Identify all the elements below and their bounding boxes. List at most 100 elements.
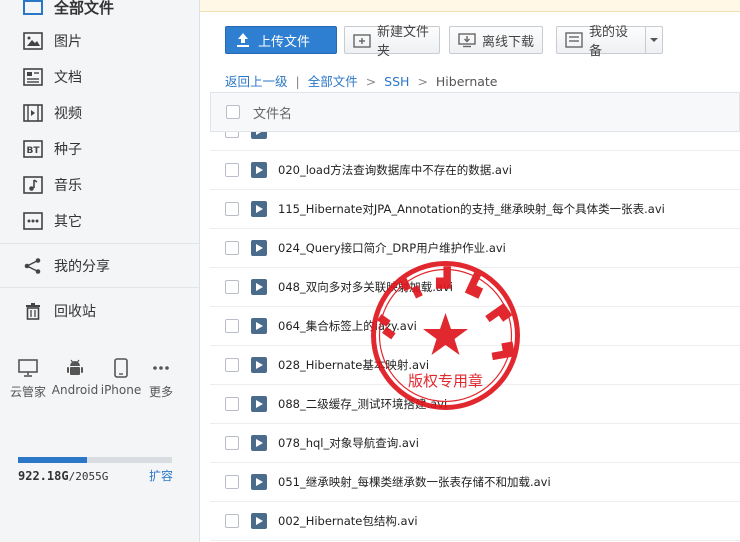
video-file-icon	[251, 279, 267, 295]
sidebar-item-video[interactable]: 视频	[22, 100, 82, 126]
back-link[interactable]: 返回上一级	[225, 74, 288, 89]
sidebar-item-my-share[interactable]: 我的分享	[22, 253, 110, 279]
my-devices-dropdown[interactable]	[645, 26, 663, 54]
sidebar-item-label: 文档	[54, 70, 82, 86]
file-name[interactable]: 024_Query接口简介_DRP用户维护作业.avi	[278, 240, 506, 256]
table-row[interactable]: 024_Query接口简介_DRP用户维护作业.avi	[210, 229, 740, 268]
sidebar-item-recycle-bin[interactable]: 回收站	[22, 298, 96, 324]
sidebar-item-all-files[interactable]: 全部文件	[22, 0, 114, 20]
device-label: 更多	[148, 385, 173, 399]
devices-icon	[565, 32, 583, 48]
row-checkbox[interactable]	[225, 241, 239, 255]
row-checkbox[interactable]	[225, 358, 239, 372]
breadcrumb-divider: |	[295, 74, 300, 89]
share-icon	[22, 256, 44, 276]
video-file-icon	[251, 132, 267, 139]
sidebar-item-documents[interactable]: 文档	[22, 64, 82, 90]
file-name[interactable]: 115_Hibernate对JPA_Annotation的支持_继承映射_每个具…	[278, 201, 665, 217]
row-checkbox[interactable]	[225, 514, 239, 528]
table-row[interactable]: 088_二级缓存_测试环境搭建.avi	[210, 385, 740, 424]
file-name[interactable]: 020_load方法查询数据库中不存在的数据.avi	[278, 162, 512, 178]
row-checkbox[interactable]	[225, 163, 239, 177]
row-checkbox[interactable]	[225, 280, 239, 294]
sidebar-item-label: 种子	[54, 142, 82, 158]
image-icon	[22, 31, 44, 51]
table-row[interactable]: 002_Hibernate包结构.avi	[210, 502, 740, 541]
svg-text:BT: BT	[27, 146, 41, 156]
table-row[interactable]: 078_hql_对象导航查询.avi	[210, 424, 740, 463]
breadcrumb: 返回上一级 | 全部文件 > SSH > Hibernate	[225, 71, 498, 90]
column-filename[interactable]: 文件名	[253, 103, 292, 122]
sidebar-item-music[interactable]: 音乐	[22, 172, 82, 198]
sidebar-item-images[interactable]: 图片	[22, 28, 82, 54]
table-row[interactable]: 028_Hibernate基本映射.avi	[210, 346, 740, 385]
document-icon	[22, 67, 44, 87]
my-devices-button[interactable]: 我的设备	[556, 25, 645, 59]
video-icon	[22, 103, 44, 123]
offline-download-icon	[458, 32, 476, 48]
chevron-down-icon	[649, 33, 659, 48]
storage-total: 2055G	[75, 470, 109, 483]
file-name[interactable]: 048_双向多对多关联映射加载.avi	[278, 279, 453, 295]
file-name[interactable]: 051_继承映射_每棵类继承数一张表存储不和加载.avi	[278, 474, 551, 490]
device-more[interactable]: 更多	[137, 357, 185, 400]
row-checkbox[interactable]	[225, 397, 239, 411]
video-file-icon	[251, 201, 267, 217]
trash-icon	[22, 301, 44, 321]
file-name[interactable]: 064_集合标签上的lazy.avi	[278, 318, 417, 334]
sidebar-item-label: 其它	[54, 214, 82, 230]
storage-usage-text: 922.18G/2055G	[18, 469, 108, 483]
sidebar: 全部文件 图片 文档 视频 BT 种子 音乐 其它 我的分享 回收站 云管家 A…	[0, 0, 200, 542]
row-checkbox[interactable]	[225, 132, 239, 138]
breadcrumb-all-files[interactable]: 全部文件	[308, 74, 358, 89]
new-folder-button[interactable]: 新建文件夹	[344, 25, 440, 59]
breadcrumb-arrow: >	[365, 74, 377, 89]
sidebar-item-label: 视频	[54, 106, 82, 122]
file-name[interactable]: 088_二级缓存_测试环境搭建.avi	[278, 396, 447, 412]
table-row[interactable]: 048_双向多对多关联映射加载.avi	[210, 268, 740, 307]
table-row[interactable]: 051_继承映射_每棵类继承数一张表存储不和加载.avi	[210, 463, 740, 502]
table-row[interactable]	[210, 132, 740, 151]
device-android[interactable]: Android	[51, 357, 99, 397]
storage-used: 922.18G	[18, 469, 69, 483]
app-window: 全部文件 图片 文档 视频 BT 种子 音乐 其它 我的分享 回收站 云管家 A…	[0, 0, 740, 542]
table-row[interactable]: 115_Hibernate对JPA_Annotation的支持_继承映射_每个具…	[210, 190, 740, 229]
file-name[interactable]: 002_Hibernate包结构.avi	[278, 513, 418, 529]
monitor-icon	[4, 357, 52, 379]
file-name[interactable]: 028_Hibernate基本映射.avi	[278, 357, 429, 373]
bt-icon: BT	[22, 139, 44, 159]
row-checkbox[interactable]	[225, 202, 239, 216]
sidebar-item-torrent[interactable]: BT 种子	[22, 136, 82, 162]
breadcrumb-ssh[interactable]: SSH	[384, 74, 409, 89]
breadcrumb-current: Hibernate	[435, 74, 498, 89]
sidebar-item-label: 全部文件	[54, 0, 115, 17]
upload-icon	[234, 32, 252, 48]
row-checkbox[interactable]	[225, 475, 239, 489]
new-folder-icon	[353, 32, 371, 48]
video-file-icon	[251, 396, 267, 412]
sidebar-item-label: 图片	[54, 34, 82, 50]
file-name[interactable]: 078_hql_对象导航查询.avi	[278, 435, 419, 451]
sidebar-item-label: 音乐	[54, 178, 82, 194]
notice-banner	[200, 0, 740, 12]
sidebar-item-label: 我的分享	[54, 259, 110, 275]
video-file-icon	[251, 318, 267, 334]
video-file-icon	[251, 162, 267, 178]
storage-progress-fill	[18, 457, 88, 463]
video-file-icon	[251, 513, 267, 529]
device-label: Android	[51, 383, 99, 397]
select-all-checkbox[interactable]	[226, 105, 240, 119]
sidebar-item-other[interactable]: 其它	[22, 208, 82, 234]
table-row[interactable]: 064_集合标签上的lazy.avi	[210, 307, 740, 346]
upload-button-label: 上传文件	[258, 34, 311, 50]
device-label: 云管家	[9, 385, 46, 399]
row-checkbox[interactable]	[225, 436, 239, 450]
row-checkbox[interactable]	[225, 319, 239, 333]
video-file-icon	[251, 357, 267, 373]
file-list: 020_load方法查询数据库中不存在的数据.avi 115_Hibernate…	[210, 132, 740, 542]
table-row[interactable]: 020_load方法查询数据库中不存在的数据.avi	[210, 151, 740, 190]
expand-capacity-link[interactable]: 扩容	[149, 467, 173, 484]
upload-button[interactable]: 上传文件	[225, 26, 337, 54]
offline-download-button[interactable]: 离线下载	[449, 26, 543, 54]
device-cloud-manager[interactable]: 云管家	[4, 357, 52, 400]
